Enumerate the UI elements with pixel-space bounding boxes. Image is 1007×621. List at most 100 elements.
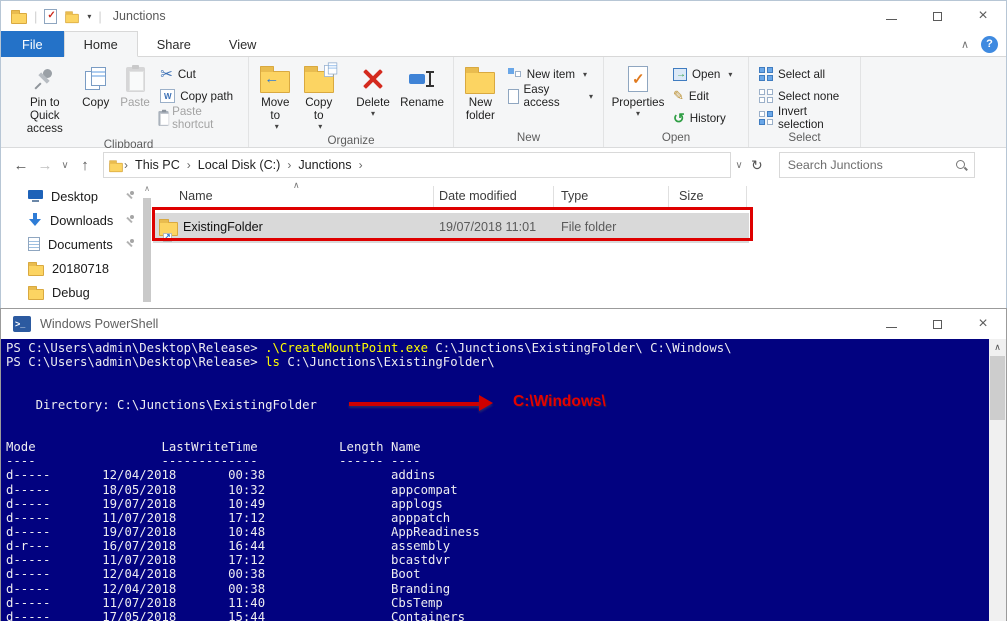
invert-selection-icon bbox=[759, 111, 773, 125]
sidebar-scrollbar[interactable]: ∧ bbox=[142, 184, 152, 309]
maximize-button[interactable] bbox=[914, 1, 960, 31]
scrollbar-thumb[interactable] bbox=[143, 198, 151, 302]
ribbon-group-select: Select all Select none Invert selection … bbox=[749, 57, 861, 147]
screen: | ✓ ▾ | Junctions × File Home Share View… bbox=[0, 0, 1007, 621]
column-header-type[interactable]: Type bbox=[561, 189, 588, 203]
minimize-icon bbox=[886, 19, 897, 20]
group-label-open: Open bbox=[604, 130, 748, 147]
up-button[interactable]: ↑ bbox=[73, 157, 97, 174]
address-box[interactable]: › This PC › Local Disk (C:) › Junctions … bbox=[103, 152, 731, 178]
edit-button[interactable]: ✎ Edit bbox=[669, 85, 736, 107]
scroll-up-icon[interactable]: ∧ bbox=[142, 184, 152, 194]
sort-ascending-icon[interactable]: ∧ bbox=[293, 180, 300, 191]
properties-icon: ✓ bbox=[628, 66, 648, 92]
cut-button[interactable]: ✂ Cut bbox=[156, 63, 242, 85]
qat-customize-caret-icon[interactable]: ▾ bbox=[87, 12, 91, 21]
console-table-row: d----- 11/07/2018 17:12 apppatch bbox=[6, 511, 1006, 525]
close-button[interactable]: × bbox=[960, 309, 1006, 339]
close-icon: × bbox=[978, 8, 987, 24]
sidebar-item-documents[interactable]: Documents bbox=[1, 232, 141, 256]
group-label-new: New bbox=[454, 130, 603, 147]
tab-share[interactable]: Share bbox=[138, 31, 210, 57]
open-button[interactable]: Open bbox=[669, 63, 736, 85]
console[interactable]: PS C:\Users\admin\Desktop\Release> .\Cre… bbox=[1, 339, 1006, 621]
column-header-date-modified[interactable]: Date modified bbox=[439, 189, 517, 203]
close-button[interactable]: × bbox=[960, 1, 1006, 31]
address-dropdown-caret-icon[interactable]: ∨ bbox=[731, 160, 747, 171]
pin-to-quick-access-button[interactable]: Pin to Quick access bbox=[15, 60, 75, 137]
powershell-titlebar: >_ Windows PowerShell × bbox=[1, 309, 1006, 339]
search-box[interactable] bbox=[779, 152, 975, 178]
move-to-button[interactable]: ← Move to bbox=[255, 60, 295, 133]
column-divider[interactable] bbox=[746, 186, 747, 208]
select-small-buttons: Select all Select none Invert selection bbox=[755, 63, 854, 129]
paste-shortcut-button[interactable]: Paste shortcut bbox=[156, 107, 242, 129]
copy-path-button[interactable]: W Copy path bbox=[156, 85, 242, 107]
refresh-icon[interactable]: ↻ bbox=[751, 157, 763, 174]
powershell-app-icon: >_ bbox=[13, 316, 31, 332]
scrollbar-thumb[interactable] bbox=[990, 356, 1005, 420]
new-folder-button[interactable]: New folder bbox=[460, 60, 501, 124]
console-table-row: d----- 19/07/2018 10:48 AppReadiness bbox=[6, 525, 1006, 539]
search-icon[interactable] bbox=[955, 159, 968, 172]
maximize-button[interactable] bbox=[914, 309, 960, 339]
select-none-button[interactable]: Select none bbox=[755, 85, 854, 107]
pin-icon bbox=[125, 239, 135, 249]
open-small-buttons: Open ✎ Edit ↺ History bbox=[669, 63, 736, 129]
ribbon-group-organize: ← Move to Copy to Delete ▾ bbox=[249, 57, 454, 147]
console-table-row: d----- 12/04/2018 00:38 addins bbox=[6, 468, 1006, 482]
sidebar-item-downloads[interactable]: Downloads bbox=[1, 208, 141, 232]
history-icon: ↺ bbox=[673, 111, 685, 125]
rename-button[interactable]: Rename bbox=[397, 60, 447, 111]
breadcrumb-this-pc[interactable]: This PC bbox=[128, 158, 187, 172]
address-tools: ∨ ↻ bbox=[731, 152, 767, 178]
invert-selection-button[interactable]: Invert selection bbox=[755, 107, 854, 129]
rename-icon bbox=[409, 71, 435, 87]
column-header-size[interactable]: Size bbox=[679, 189, 704, 203]
forward-button[interactable]: → bbox=[33, 157, 57, 174]
qat-properties-icon[interactable]: ✓ bbox=[44, 9, 57, 24]
documents-icon bbox=[28, 237, 40, 251]
column-header-name[interactable]: Name bbox=[179, 189, 213, 203]
tab-home[interactable]: Home bbox=[64, 31, 138, 57]
console-table-separator: ---- ------------- ------ ---- bbox=[6, 454, 1006, 468]
annotation-highlight-box bbox=[152, 207, 753, 241]
copy-button[interactable]: Copy bbox=[78, 60, 114, 111]
tab-file[interactable]: File bbox=[1, 31, 64, 57]
search-input[interactable] bbox=[786, 157, 955, 173]
back-button[interactable]: ← bbox=[9, 157, 33, 174]
sidebar-item-desktop[interactable]: Desktop bbox=[1, 184, 141, 208]
breadcrumb-local-disk[interactable]: Local Disk (C:) bbox=[191, 158, 288, 172]
select-all-button[interactable]: Select all bbox=[755, 63, 854, 85]
breadcrumb-junctions[interactable]: Junctions bbox=[291, 158, 358, 172]
console-scrollbar[interactable]: ∧ bbox=[989, 339, 1006, 621]
sidebar-item-debug[interactable]: Debug bbox=[1, 280, 141, 304]
help-icon[interactable]: ? bbox=[981, 36, 998, 53]
recent-locations-caret-icon[interactable]: ∨ bbox=[57, 160, 73, 171]
scroll-up-icon[interactable]: ∧ bbox=[989, 339, 1006, 355]
easy-access-button[interactable]: Easy access bbox=[504, 85, 597, 107]
column-divider[interactable] bbox=[433, 186, 434, 208]
delete-button[interactable]: Delete ▾ bbox=[352, 60, 394, 120]
edit-icon: ✎ bbox=[673, 88, 684, 104]
ribbon: Pin to Quick access Copy Paste ✂ Cut bbox=[1, 57, 1006, 148]
tab-view[interactable]: View bbox=[210, 31, 276, 57]
minimize-button[interactable] bbox=[868, 309, 914, 339]
separator: | bbox=[34, 9, 37, 24]
delete-icon bbox=[362, 68, 384, 90]
collapse-ribbon-icon[interactable]: ∧ bbox=[961, 38, 969, 51]
copy-to-button[interactable]: Copy to bbox=[298, 60, 338, 133]
properties-button[interactable]: ✓ Properties ▾ bbox=[610, 60, 666, 120]
sidebar-item-20180718[interactable]: 20180718 bbox=[1, 256, 141, 280]
ribbon-group-open: ✓ Properties ▾ Open ✎ Edit bbox=[604, 57, 749, 147]
new-small-buttons: New item Easy access bbox=[504, 63, 597, 107]
console-table-row: d----- 11/07/2018 11:40 CbsTemp bbox=[6, 596, 1006, 610]
qat-new-folder-icon[interactable] bbox=[66, 13, 80, 22]
column-divider[interactable] bbox=[553, 186, 554, 208]
console-table-row: d----- 12/04/2018 00:38 Branding bbox=[6, 582, 1006, 596]
minimize-button[interactable] bbox=[868, 1, 914, 31]
column-divider[interactable] bbox=[668, 186, 669, 208]
history-button[interactable]: ↺ History bbox=[669, 107, 736, 129]
new-item-button[interactable]: New item bbox=[504, 63, 597, 85]
paste-button[interactable]: Paste bbox=[117, 60, 153, 111]
